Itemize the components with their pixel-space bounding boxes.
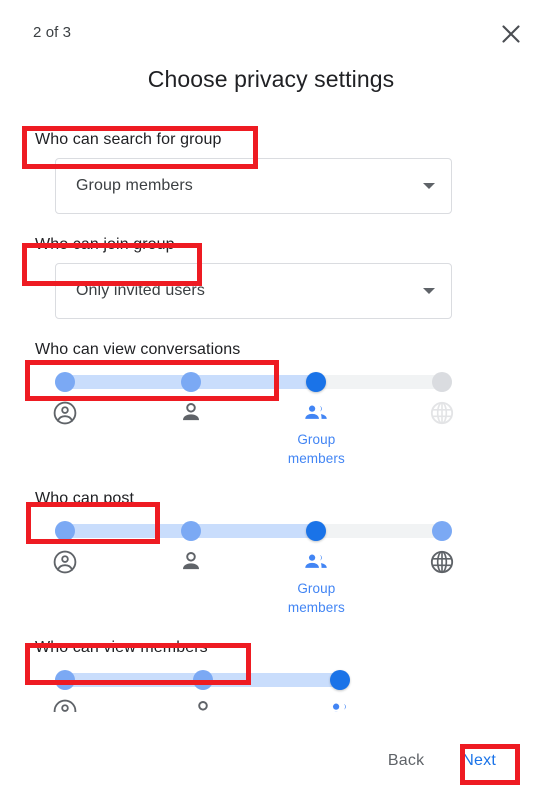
slider-thumb-who-can-view-members-2[interactable] — [330, 670, 351, 690]
slider-caption-row-who-can-view-conversations: Group members — [55, 430, 452, 468]
settings-scroll-area[interactable]: Who can search for group Group members Who… — [0, 110, 542, 712]
slider-selected-caption-who-can-view-conversations: Group members — [287, 432, 345, 466]
slider-thumb-who-can-post-0[interactable] — [55, 521, 75, 541]
slider-thumb-who-can-view-members-1[interactable] — [192, 670, 213, 690]
field-label-who-can-search-for-group: Who can search for group — [35, 131, 222, 148]
slider-who-can-view-members[interactable] — [55, 670, 452, 690]
slider-icons-who-can-view-conversations — [52, 400, 455, 430]
field-who-can-post: Who can post Group members — [0, 490, 542, 617]
field-label-who-can-view-members: Who can view members — [35, 639, 208, 656]
dialog-footer: Back Next — [0, 712, 542, 809]
slider-thumb-who-can-view-conversations-0[interactable] — [55, 372, 75, 392]
field-who-can-view-members: Who can view members — [0, 639, 542, 712]
field-label-who-can-view-conversations: Who can view conversations — [35, 341, 241, 358]
next-button[interactable]: Next — [450, 743, 508, 779]
slider-thumb-who-can-post-1[interactable] — [180, 521, 201, 541]
slider-who-can-view-conversations[interactable] — [55, 372, 452, 392]
field-who-can-view-conversations: Who can view conversations Group members — [0, 341, 542, 468]
close-icon — [501, 24, 521, 44]
chevron-down-icon — [423, 288, 435, 294]
slider-caption-row-who-can-post: Group members — [55, 579, 452, 617]
dialog-header: 2 of 3 — [0, 0, 542, 58]
privacy-settings-dialog: 2 of 3 Choose privacy settings Who can s… — [0, 0, 542, 809]
select-value-who-can-join-group: Only invited users — [76, 282, 205, 299]
slider-thumb-who-can-view-conversations-2[interactable] — [306, 372, 327, 392]
field-who-can-join-group: Who can join group Only invited users — [0, 236, 542, 319]
slider-thumb-who-can-view-conversations-3[interactable] — [432, 372, 452, 392]
slider-thumb-who-can-post-3[interactable] — [432, 521, 452, 541]
close-button[interactable] — [493, 16, 529, 52]
person-icon[interactable] — [178, 400, 204, 426]
step-counter: 2 of 3 — [33, 24, 72, 41]
slider-thumb-who-can-post-2[interactable] — [306, 521, 327, 541]
field-label-who-can-join-group: Who can join group — [35, 236, 175, 253]
account-circle-icon[interactable] — [52, 549, 78, 575]
slider-who-can-post[interactable] — [55, 521, 452, 541]
slider-thumb-who-can-view-members-0[interactable] — [55, 670, 75, 690]
page-title: Choose privacy settings — [147, 66, 395, 92]
select-value-who-can-search-for-group: Group members — [76, 177, 193, 194]
select-who-can-join-group[interactable]: Only invited users — [55, 263, 452, 319]
account-circle-icon[interactable] — [52, 698, 78, 712]
person-icon[interactable] — [178, 549, 204, 575]
select-who-can-search-for-group[interactable]: Group members — [55, 158, 452, 214]
slider-icons-who-can-view-members — [52, 698, 452, 712]
globe-icon[interactable] — [429, 549, 455, 575]
globe-icon[interactable] — [429, 400, 455, 426]
account-circle-icon[interactable] — [52, 400, 78, 426]
chevron-down-icon — [423, 183, 435, 189]
people-group-icon[interactable] — [327, 698, 353, 712]
field-label-who-can-post: Who can post — [35, 490, 135, 507]
people-group-icon[interactable] — [303, 400, 329, 426]
slider-icons-who-can-post — [52, 549, 455, 579]
people-group-icon[interactable] — [303, 549, 329, 575]
back-button[interactable]: Back — [376, 743, 436, 779]
field-who-can-search-for-group: Who can search for group Group members — [0, 131, 542, 214]
slider-selected-caption-who-can-post: Group members — [287, 581, 345, 615]
slider-thumb-who-can-view-conversations-1[interactable] — [180, 372, 201, 392]
person-icon[interactable] — [190, 698, 216, 712]
